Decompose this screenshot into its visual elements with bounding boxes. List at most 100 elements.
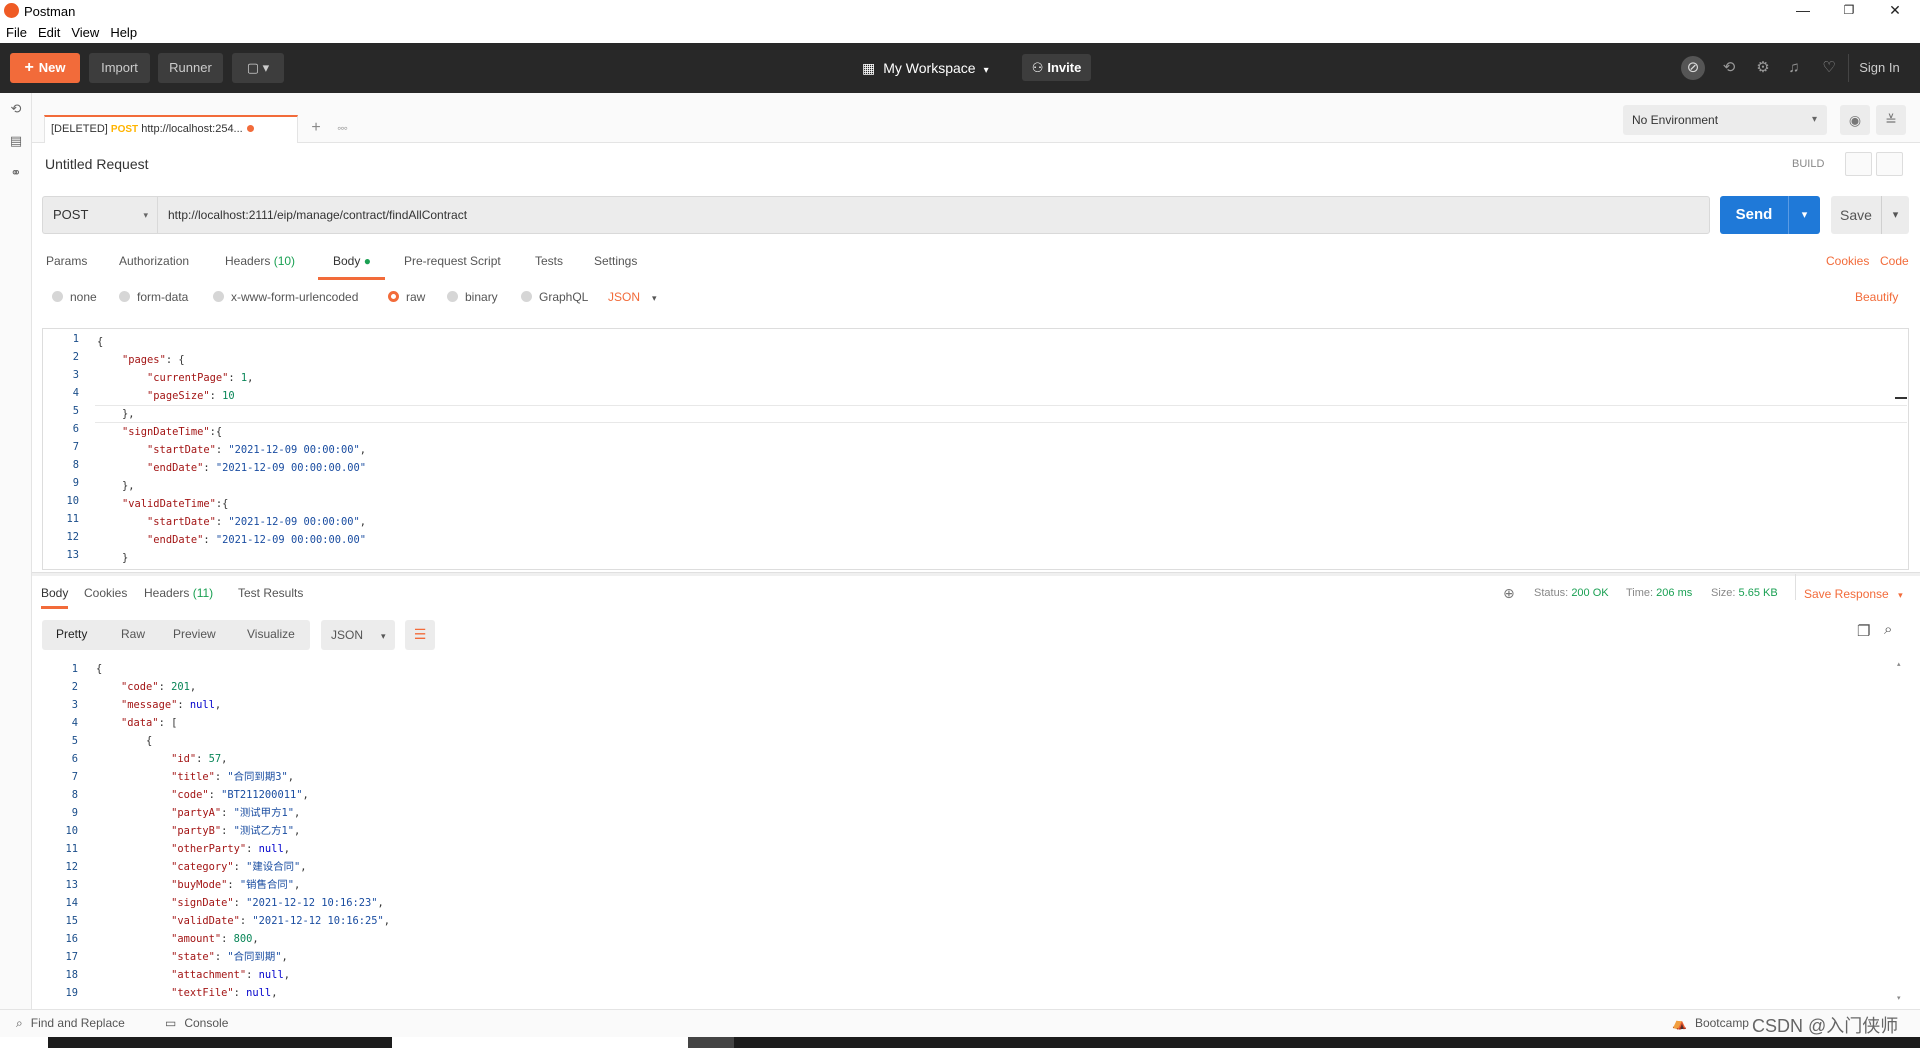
taskbar-active-item[interactable] bbox=[688, 1037, 734, 1048]
sync-off-icon[interactable]: ⊘ bbox=[1681, 56, 1705, 80]
response-tab-cookies[interactable]: Cookies bbox=[84, 586, 127, 600]
radio-urlencoded-dot bbox=[213, 291, 224, 302]
beautify-link[interactable]: Beautify bbox=[1855, 290, 1898, 304]
close-button[interactable]: ✕ bbox=[1872, 0, 1918, 22]
bell-icon[interactable]: ♫ bbox=[1782, 56, 1806, 80]
comment-icon[interactable] bbox=[1876, 152, 1903, 176]
tab-settings[interactable]: Settings bbox=[594, 254, 637, 278]
time-info: Time: 206 ms bbox=[1626, 587, 1692, 599]
menu-file[interactable]: File bbox=[0, 22, 32, 40]
response-tab-headers-count: (11) bbox=[192, 586, 214, 600]
response-scrollbar[interactable]: ▴ ▾ bbox=[1896, 661, 1904, 1002]
scroll-down-icon[interactable]: ▾ bbox=[1897, 995, 1903, 1002]
code-link[interactable]: Code bbox=[1880, 254, 1909, 268]
invite-button[interactable]: ⚇ Invite bbox=[1022, 54, 1091, 81]
save-options-chevron-icon[interactable]: ▾ bbox=[1881, 196, 1909, 234]
cookies-link[interactable]: Cookies bbox=[1826, 254, 1869, 268]
radio-binary[interactable]: binary bbox=[447, 290, 498, 304]
radio-raw-label: raw bbox=[406, 290, 426, 304]
import-button[interactable]: Import bbox=[89, 53, 150, 83]
status-info: Status: 200 OK bbox=[1534, 587, 1609, 599]
tab-tests[interactable]: Tests bbox=[535, 254, 563, 278]
more-tabs-button[interactable]: ◦◦◦ bbox=[328, 115, 356, 143]
menu-view[interactable]: View bbox=[65, 22, 104, 40]
console-button[interactable]: ▭ Console bbox=[165, 1016, 228, 1030]
tab-authorization[interactable]: Authorization bbox=[119, 254, 189, 278]
taskbar bbox=[0, 1037, 1920, 1048]
save-button[interactable]: Save ▾ bbox=[1831, 196, 1909, 234]
maximize-button[interactable]: ❐ bbox=[1826, 0, 1872, 22]
bootcamp-label: Bootcamp bbox=[1694, 1016, 1749, 1030]
find-replace-button[interactable]: ⌕ Find and Replace bbox=[16, 1016, 125, 1031]
environment-select[interactable]: No Environment ▾ bbox=[1623, 105, 1827, 135]
settings-icon[interactable]: ⚙ bbox=[1751, 56, 1775, 80]
satellite-icon[interactable]: ⟲ bbox=[1717, 56, 1741, 80]
menu-help[interactable]: Help bbox=[104, 22, 142, 40]
response-format-select[interactable]: JSON ▾ bbox=[321, 620, 395, 650]
radio-none[interactable]: none bbox=[52, 290, 97, 304]
method-select[interactable]: POST ▾ bbox=[42, 196, 157, 234]
size-value: 5.65 KB bbox=[1738, 587, 1778, 599]
scroll-up-icon[interactable]: ▴ bbox=[1897, 661, 1903, 668]
eye-icon[interactable]: ◉ bbox=[1840, 105, 1870, 135]
radio-graphql-dot bbox=[521, 291, 532, 302]
radio-graphql[interactable]: GraphQL bbox=[521, 290, 588, 304]
view-raw[interactable]: Raw bbox=[121, 627, 145, 641]
radio-form-data[interactable]: form-data bbox=[119, 290, 188, 304]
radio-form-data-dot bbox=[119, 291, 130, 302]
view-pretty[interactable]: Pretty bbox=[56, 627, 87, 641]
send-options-chevron-icon[interactable]: ▾ bbox=[1788, 196, 1820, 234]
search-icon[interactable]: ⌕ bbox=[1884, 621, 1892, 638]
tab-pre-request-script[interactable]: Pre-request Script bbox=[404, 254, 501, 278]
tab-body[interactable]: Body ● bbox=[318, 254, 385, 280]
sign-in-button[interactable]: Sign In bbox=[1848, 54, 1910, 82]
history-icon[interactable]: ⟲ bbox=[8, 101, 24, 117]
request-body-editor[interactable]: 1 2 3 4 5 6 7 8 9 10 11 12 13 { "pages":… bbox=[42, 328, 1909, 570]
runner-button[interactable]: Runner bbox=[158, 53, 223, 83]
request-name[interactable]: Untitled Request bbox=[45, 156, 149, 172]
view-preview[interactable]: Preview bbox=[173, 627, 216, 641]
response-body-viewer[interactable]: 1 2 3 4 5 6 7 8 9 10 11 12 13 14 15 16 1… bbox=[42, 656, 1909, 998]
copy-icon[interactable]: ❐ bbox=[1857, 622, 1870, 640]
bootcamp-button[interactable]: ⛺ Bootcamp bbox=[1672, 1016, 1749, 1030]
new-button[interactable]: + New bbox=[10, 53, 80, 83]
request-tab[interactable]: [DELETED] POST http://localhost:254... bbox=[44, 115, 298, 143]
send-button[interactable]: Send ▾ bbox=[1720, 196, 1820, 234]
active-dot-icon: ● bbox=[363, 254, 371, 268]
collections-icon[interactable]: ▤ bbox=[8, 133, 24, 149]
heart-icon[interactable]: ♡ bbox=[1817, 56, 1841, 80]
user-plus-icon: ⚇ bbox=[1031, 60, 1044, 75]
unsaved-dot-icon bbox=[246, 125, 254, 132]
radio-raw[interactable]: raw bbox=[388, 290, 425, 304]
response-tab-headers-label: Headers bbox=[144, 586, 190, 600]
wrap-lines-icon[interactable]: ☰ bbox=[405, 620, 435, 650]
status-label: Status: bbox=[1534, 587, 1569, 599]
workspace-selector[interactable]: ▦ My Workspace ▾ bbox=[862, 55, 989, 81]
edit-icon[interactable] bbox=[1845, 152, 1872, 176]
minimize-button[interactable]: — bbox=[1780, 0, 1826, 22]
environment-selected: No Environment bbox=[1632, 113, 1719, 127]
build-label: BUILD bbox=[1792, 158, 1825, 170]
response-tab-headers[interactable]: Headers (11) bbox=[144, 586, 213, 600]
tab-headers[interactable]: Headers (10) bbox=[225, 254, 295, 278]
tab-params[interactable]: Params bbox=[46, 254, 87, 278]
response-tab-test-results[interactable]: Test Results bbox=[238, 586, 303, 600]
save-response-button[interactable]: Save Response ▾ bbox=[1804, 587, 1903, 601]
save-response-label: Save Response bbox=[1804, 587, 1889, 601]
format-chevron-icon: ▾ bbox=[381, 631, 386, 641]
view-visualize[interactable]: Visualize bbox=[247, 627, 295, 641]
chevron-down-icon: ▾ bbox=[1898, 590, 1903, 600]
response-divider[interactable] bbox=[32, 572, 1920, 576]
radio-urlencoded[interactable]: x-www-form-urlencoded bbox=[213, 290, 358, 304]
menu-edit[interactable]: Edit bbox=[32, 22, 65, 40]
window-title: Postman bbox=[24, 4, 76, 19]
body-format-select[interactable]: JSON ▾ bbox=[608, 290, 657, 304]
url-input[interactable]: http://localhost:2111/eip/manage/contrac… bbox=[157, 196, 1710, 234]
response-tab-body[interactable]: Body bbox=[41, 586, 69, 609]
globe-icon[interactable]: ⊕ bbox=[1503, 585, 1515, 602]
environment-settings-icon[interactable]: ≚ bbox=[1876, 105, 1906, 135]
response-body-code: { "code": 201, "message": null, "data": … bbox=[96, 663, 391, 998]
add-tab-button[interactable]: + bbox=[302, 115, 330, 143]
apis-icon[interactable]: ⚭ bbox=[8, 165, 24, 181]
new-window-button[interactable]: ▢ ▾ bbox=[232, 53, 284, 83]
